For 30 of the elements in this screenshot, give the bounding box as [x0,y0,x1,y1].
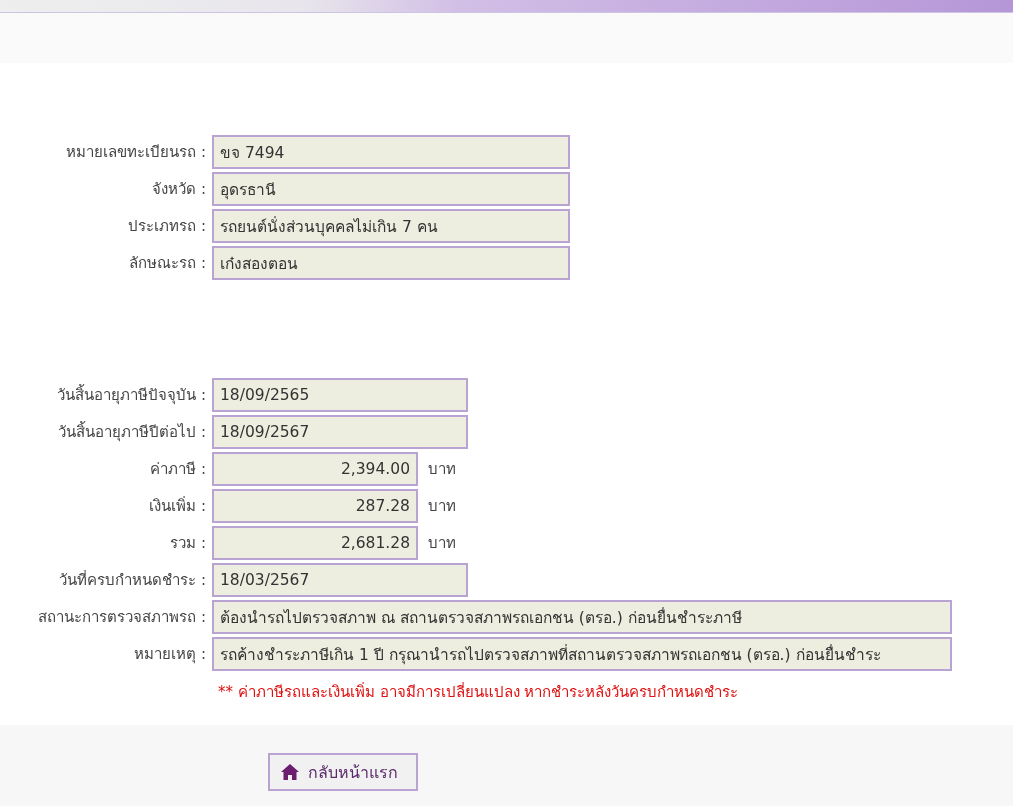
read-only-field[interactable]: เก๋งสองตอน [212,246,570,280]
unit-label: บาท [428,459,456,480]
field-label: เงินเพิ่ม : [148,495,206,517]
read-only-field[interactable]: 287.28 [212,489,418,523]
read-only-field[interactable]: ขจ 7494 [212,135,570,169]
field-label: ค่าภาษี : [149,459,206,480]
warning-text: ** ค่าภาษีรถและเงินเพิ่ม อาจมีการเปลี่ยนแปลง หากชำระหลังวันครบกำหนดชำระ [218,681,740,703]
read-only-field[interactable]: 18/03/2567 [212,563,468,597]
read-only-field[interactable]: รถค้างชำระภาษีเกิน 1 ปี กรุณานำรถไปตรวจสภาพที่สถานตรวจสภาพรถเอกชน (ตรอ.) ก่อนยื่นชำระ [212,637,952,671]
read-only-field[interactable]: ต้องนำรถไปตรวจสภาพ ณ สถานตรวจสภาพรถเอกชน (ตรอ.) ก่อนยื่นชำระภาษี [212,600,952,634]
field-label: ลักษณะรถ : [128,253,206,274]
field-label: รวม : [169,533,206,554]
field-label: หมายเลขทะเบียนรถ : [65,142,206,163]
read-only-field[interactable]: 18/09/2567 [212,415,468,449]
field-label: วันสิ้นอายุภาษีปีต่อไป : [57,420,206,444]
home-button[interactable]: กลับหน้าแรก [268,753,418,791]
field-label: ประเภทรถ : [127,216,206,237]
unit-label: บาท [428,533,456,554]
read-only-field[interactable]: รถยนต์นั่งส่วนบุคคลไม่เกิน 7 คน [212,209,570,243]
read-only-field[interactable]: 2,394.00 [212,452,418,486]
field-label: สถานะการตรวจสภาพรถ : [37,607,206,628]
field-label: วันสิ้นอายุภาษีปัจจุบัน : [56,383,206,407]
field-label: จังหวัด : [151,179,206,200]
field-label: วันที่ครบกำหนดชำระ : [58,569,206,591]
read-only-field[interactable]: อุดรธานี [212,172,570,206]
unit-label: บาท [428,496,456,517]
read-only-field[interactable]: 18/09/2565 [212,378,468,412]
field-label: หมายเหตุ : [133,644,206,666]
home-icon [280,763,300,781]
read-only-field[interactable]: 2,681.28 [212,526,418,560]
